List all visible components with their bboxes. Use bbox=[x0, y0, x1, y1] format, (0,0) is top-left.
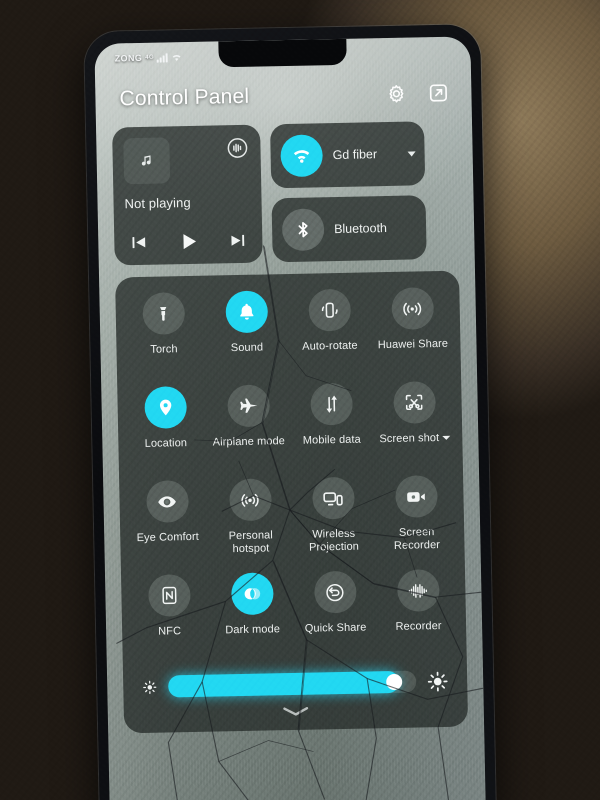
media-card-top bbox=[123, 136, 250, 185]
hotspot-icon bbox=[228, 478, 272, 522]
signal-bars-icon bbox=[157, 52, 169, 63]
skip-previous-icon[interactable] bbox=[129, 233, 148, 252]
page-title: Control Panel bbox=[119, 84, 250, 111]
nfc-icon bbox=[147, 574, 191, 617]
bell-icon bbox=[224, 290, 268, 334]
skip-next-icon[interactable] bbox=[228, 231, 247, 250]
media-player-card[interactable]: Not playing bbox=[112, 124, 263, 266]
carrier-name: ZONG bbox=[114, 52, 143, 64]
music-note-icon bbox=[123, 137, 171, 185]
photo-background: ZONG 4G Control Panel Not playing Gd fib… bbox=[0, 0, 600, 800]
flashlight-icon bbox=[141, 292, 185, 335]
toggle-label: Quick Share bbox=[304, 621, 367, 635]
toggle-location[interactable]: Location bbox=[123, 384, 208, 474]
airplane-icon bbox=[226, 384, 270, 428]
toggle-auto-rotate[interactable]: Auto-rotate bbox=[287, 286, 372, 376]
huawei-share-icon bbox=[390, 287, 434, 330]
phone-screen: ZONG 4G Control Panel Not playing Gd fib… bbox=[94, 36, 486, 800]
chevron-down-icon[interactable] bbox=[407, 151, 416, 157]
wifi-card[interactable]: Gd fiber bbox=[270, 121, 426, 189]
toggle-label: NFC bbox=[158, 625, 182, 638]
media-transport-controls bbox=[125, 229, 251, 257]
media-status-text: Not playing bbox=[124, 194, 191, 212]
toggle-label: Recorder bbox=[395, 619, 442, 633]
display-notch bbox=[218, 38, 347, 68]
chevron-down-icon[interactable] bbox=[442, 435, 451, 440]
toggle-wireless-projection[interactable]: Wireless Projection bbox=[291, 474, 376, 564]
bluetooth-card[interactable]: Bluetooth bbox=[271, 195, 427, 263]
gear-icon[interactable] bbox=[385, 83, 407, 105]
wifi-icon[interactable] bbox=[280, 134, 324, 178]
waveform-icon bbox=[396, 569, 440, 612]
toggle-label: Screen Recorder bbox=[393, 526, 441, 552]
toggle-sound[interactable]: Sound bbox=[204, 288, 289, 378]
toggle-nfc[interactable]: NFC bbox=[127, 572, 212, 662]
cast-screen-icon bbox=[311, 476, 355, 520]
toggle-label: Eye Comfort bbox=[136, 530, 199, 545]
panel-header: Control Panel bbox=[111, 81, 455, 112]
toggle-label: Torch bbox=[150, 343, 178, 356]
toggle-mobile-data[interactable]: Mobile data bbox=[289, 380, 374, 470]
toggle-label: Sound bbox=[230, 341, 264, 355]
wifi-icon bbox=[171, 52, 183, 62]
play-icon[interactable] bbox=[177, 230, 200, 253]
header-actions bbox=[385, 82, 449, 105]
quick-share-icon bbox=[313, 570, 357, 614]
top-cards-row: Not playing Gd fiber Bluetooth bbox=[112, 121, 459, 266]
toggle-label: Airplane mode bbox=[212, 435, 286, 449]
brightness-high-icon bbox=[426, 669, 449, 692]
toggle-label: Screen shot bbox=[379, 432, 451, 446]
toggle-grid: Torch Sound Auto-rotate Huawei Share Loc… bbox=[121, 285, 460, 662]
toggle-screenshot[interactable]: Screen shot bbox=[372, 379, 457, 469]
bluetooth-label: Bluetooth bbox=[333, 220, 388, 236]
toggle-label: Huawei Share bbox=[377, 337, 449, 352]
contrast-circle-icon bbox=[230, 572, 274, 616]
location-pin-icon bbox=[143, 386, 187, 429]
video-camera-icon bbox=[394, 475, 438, 518]
mobile-data-arrows-icon bbox=[309, 382, 353, 426]
toggle-torch[interactable]: Torch bbox=[121, 290, 206, 380]
toggle-eye-comfort[interactable]: Eye Comfort bbox=[125, 478, 210, 568]
quick-toggles-panel: Torch Sound Auto-rotate Huawei Share Loc… bbox=[115, 270, 469, 734]
toggle-airplane-mode[interactable]: Airplane mode bbox=[206, 382, 291, 472]
toggle-label: Auto-rotate bbox=[302, 339, 358, 353]
toggle-label: Wireless Projection bbox=[308, 527, 360, 554]
phone-device: ZONG 4G Control Panel Not playing Gd fib… bbox=[84, 24, 496, 800]
connectivity-stack: Gd fiber Bluetooth bbox=[270, 121, 427, 263]
bluetooth-icon[interactable] bbox=[281, 208, 325, 252]
eye-icon bbox=[145, 480, 189, 523]
toggle-recorder[interactable]: Recorder bbox=[376, 567, 461, 657]
toggle-label: Location bbox=[144, 437, 188, 450]
toggle-label: Dark mode bbox=[225, 623, 281, 637]
toggle-label: Mobile data bbox=[302, 433, 361, 447]
toggle-screen-recorder[interactable]: Screen Recorder bbox=[374, 473, 459, 563]
external-link-icon[interactable] bbox=[427, 82, 449, 104]
toggle-dark-mode[interactable]: Dark mode bbox=[210, 570, 295, 660]
toggle-quick-share[interactable]: Quick Share bbox=[293, 568, 378, 658]
auto-rotate-icon bbox=[307, 288, 351, 332]
network-type-label: 4G bbox=[145, 54, 155, 61]
screenshot-scissors-icon bbox=[392, 381, 436, 424]
toggle-personal-hotspot[interactable]: Personal hotspot bbox=[208, 476, 293, 566]
wifi-network-label: Gd fiber bbox=[332, 147, 378, 162]
brightness-slider-knob[interactable] bbox=[385, 673, 403, 691]
toggle-label: Personal hotspot bbox=[228, 529, 273, 556]
brightness-low-icon bbox=[141, 678, 158, 695]
control-panel-ui: ZONG 4G Control Panel Not playing Gd fib… bbox=[94, 36, 486, 800]
brightness-slider[interactable] bbox=[168, 670, 417, 698]
toggle-huawei-share[interactable]: Huawei Share bbox=[370, 285, 455, 375]
brightness-fill bbox=[168, 670, 400, 698]
audio-output-icon[interactable] bbox=[225, 136, 249, 160]
chevron-down-icon[interactable] bbox=[281, 704, 311, 718]
